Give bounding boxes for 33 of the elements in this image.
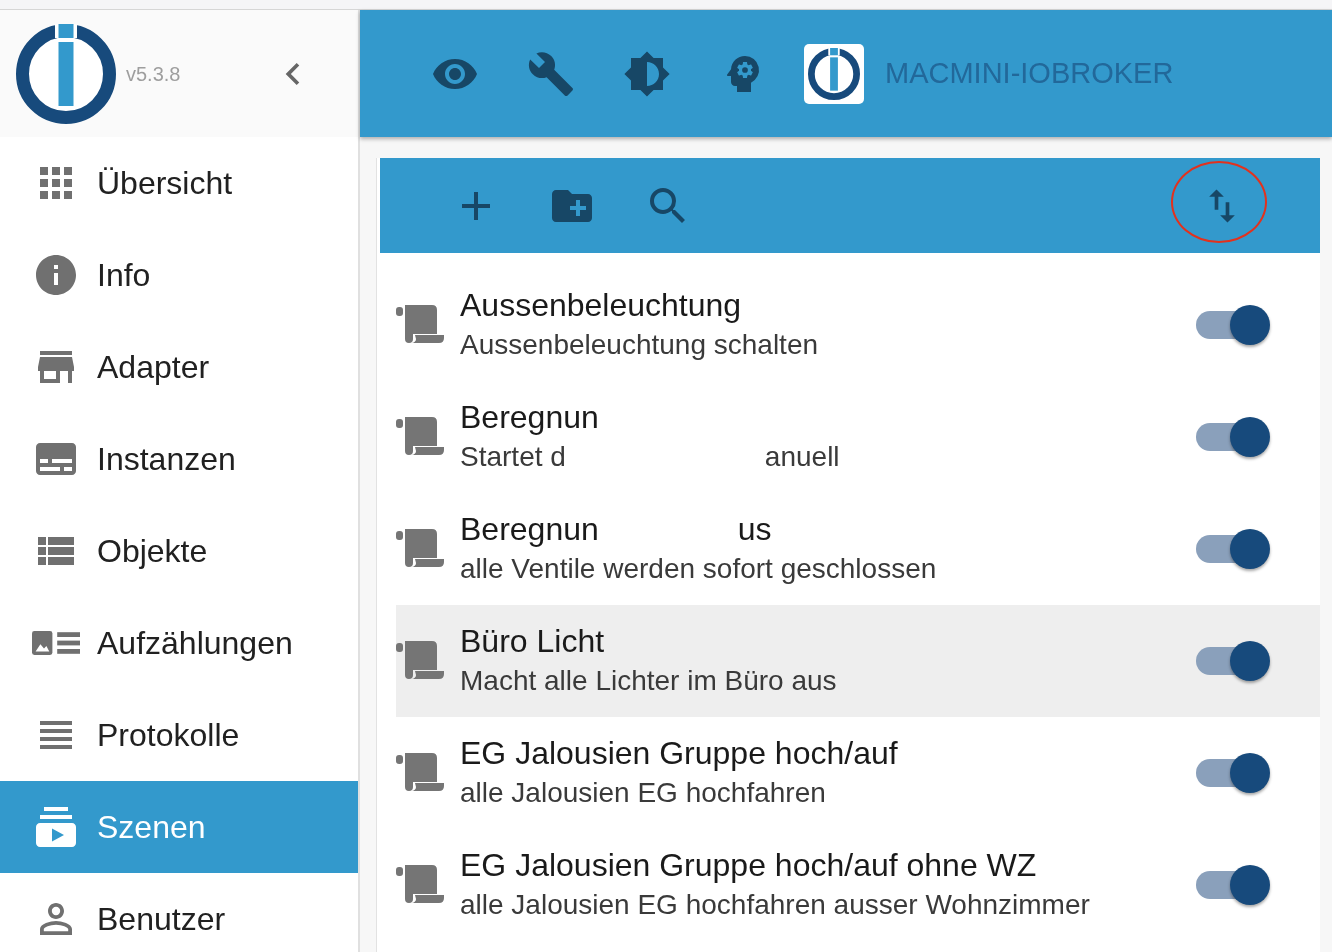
scene-description: anuell [764, 440, 840, 474]
scene-description: alle Jalousien EG hochfahren ausser Wohnzimmer [460, 888, 1090, 922]
scene-description: alle Ventile werden sofort geschlossen [460, 552, 937, 586]
wrench-icon [527, 49, 575, 98]
scroll-icon [396, 753, 444, 793]
version-label: v5.3.8 [126, 61, 181, 87]
scroll-icon [396, 305, 444, 345]
theme-button[interactable] [623, 49, 671, 98]
toggle-switch[interactable] [1196, 865, 1270, 905]
scene-title: Büro Licht [460, 622, 605, 661]
toggle-switch[interactable] [1196, 641, 1270, 681]
scroll-icon [396, 865, 444, 905]
scene-title: Aussenbeleuchtung [460, 286, 742, 325]
logo-icon [16, 23, 116, 124]
scroll-icon [396, 529, 444, 569]
scene-title: EG Jalousien Gruppe hoch/auf [460, 734, 898, 773]
brightness-icon [623, 49, 671, 98]
scene-title: Beregnun [460, 510, 599, 549]
scroll-icon [396, 641, 444, 681]
scene-description: alle Jalousien EG hochfahren [460, 776, 826, 810]
toggle-switch[interactable] [1196, 417, 1270, 457]
toggle-switch[interactable] [1196, 529, 1270, 569]
scene-title: us [737, 510, 772, 549]
scene-description: Startet d [460, 440, 566, 474]
scene-title: EG Jalousien Gruppe hoch/auf ohne WZ [460, 846, 1037, 885]
scene-row[interactable]: Büro Licht Macht alle Lichter im Büro aus [396, 605, 1320, 717]
scene-title: Beregnun [460, 398, 599, 437]
toggle-switch[interactable] [1196, 305, 1270, 345]
toggle-switch[interactable] [1196, 753, 1270, 793]
scene-description: Macht alle Lichter im Büro aus [460, 664, 837, 698]
scroll-icon [396, 417, 444, 457]
settings-button[interactable] [527, 49, 575, 98]
scene-description: Aussenbeleuchtung schalten [460, 328, 819, 362]
